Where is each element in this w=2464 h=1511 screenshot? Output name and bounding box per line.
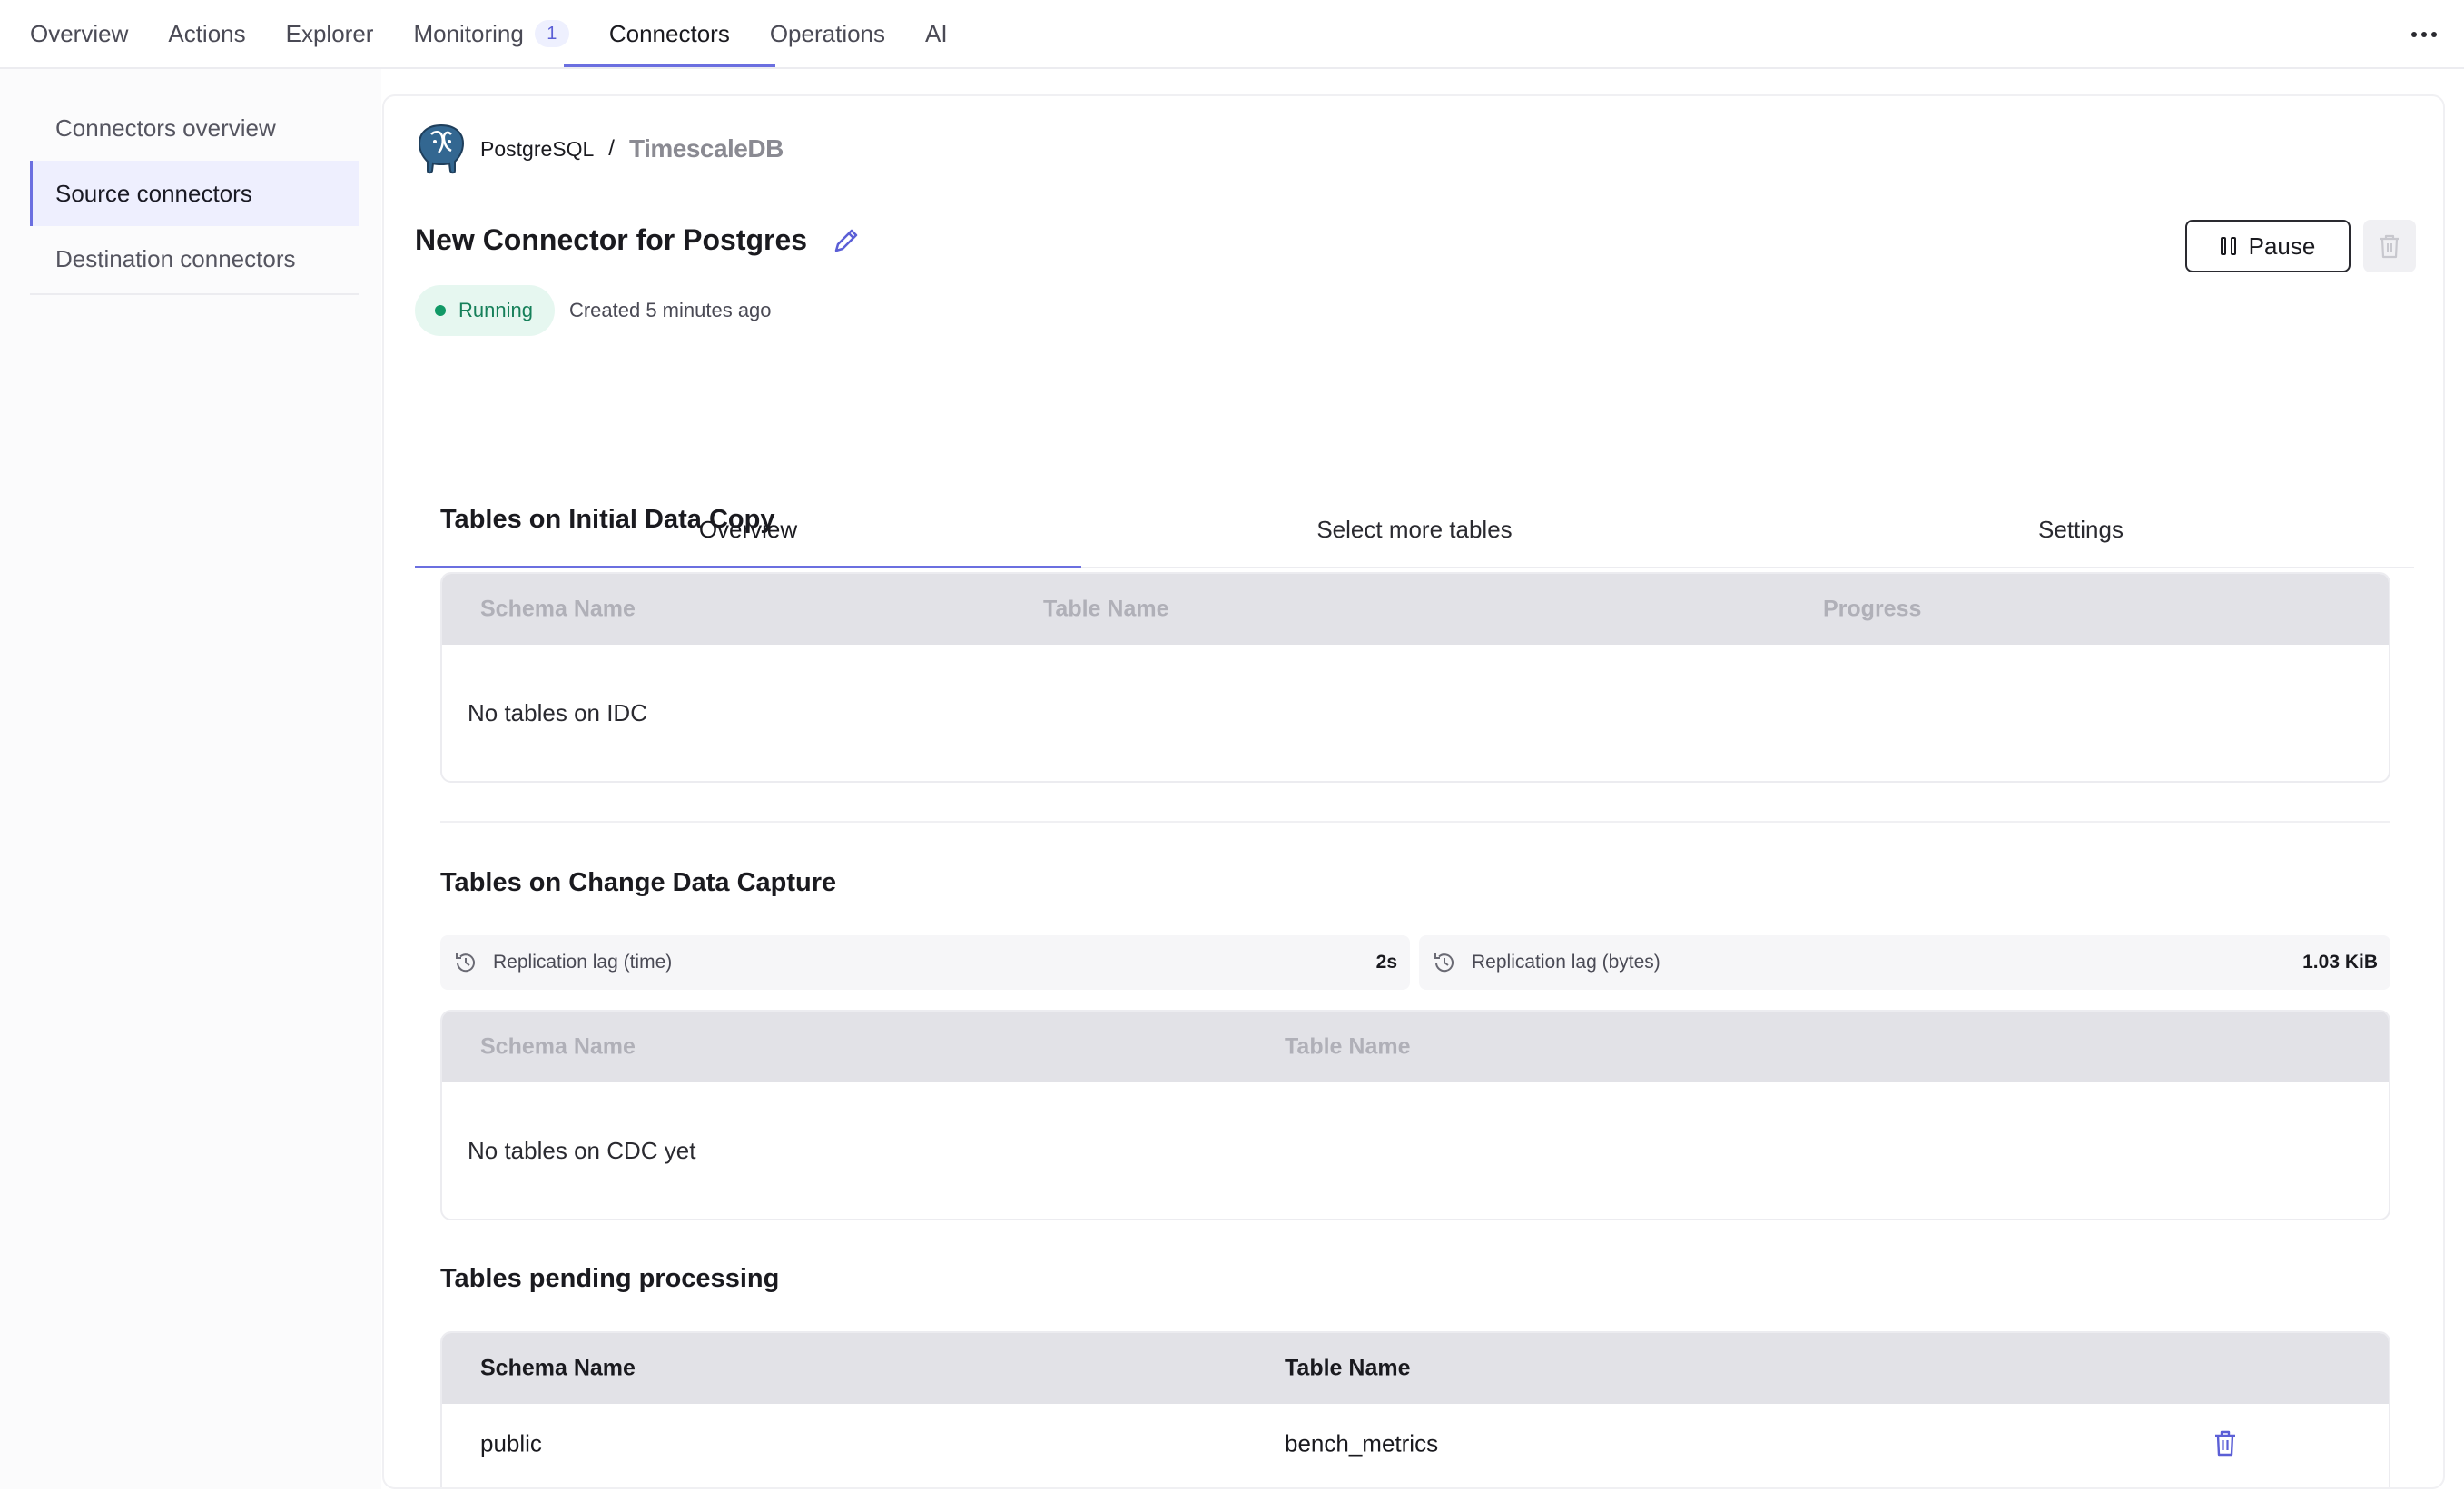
monitoring-count-badge: 1 (534, 20, 569, 47)
replication-lag-bytes: Replication lag (bytes) 1.03 KiB (1419, 935, 2390, 990)
lag-bytes-value: 1.03 KiB (2302, 952, 2378, 973)
top-nav: Overview Actions Explorer Monitoring 1 C… (0, 0, 2464, 69)
row-table-cell: bench_metrics (1285, 1429, 1439, 1457)
cdc-col-table: Table Name (1285, 1033, 1411, 1060)
pause-icon (2220, 237, 2236, 255)
sidebar-item-destination-connectors[interactable]: Destination connectors (30, 226, 359, 291)
connector-detail-panel: PostgreSQL / TimescaleDB New Connector f… (382, 94, 2445, 1489)
nav-connectors[interactable]: Connectors (563, 0, 775, 67)
nav-label: Actions (168, 19, 246, 47)
remove-table-button[interactable] (2213, 1428, 2243, 1459)
app-root: Overview Actions Explorer Monitoring 1 C… (0, 0, 2464, 1511)
lag-time-value: 2s (1375, 952, 1397, 973)
pending-section-title: Tables pending processing (440, 1264, 780, 1293)
table-row: public bench_metrics (442, 1404, 2389, 1484)
section-divider (440, 821, 2390, 823)
pencil-edit-icon[interactable] (831, 225, 862, 256)
status-dot-icon (435, 305, 446, 316)
pause-button-label: Pause (2248, 232, 2316, 260)
cdc-table: Schema Name Table Name No tables on CDC … (440, 1010, 2390, 1220)
nav-label: Explorer (285, 19, 374, 47)
pending-table-header: Schema Name Table Name (442, 1333, 2389, 1404)
nav-monitoring[interactable]: Monitoring 1 (413, 0, 569, 67)
lag-time-label: Replication lag (time) (493, 952, 673, 973)
idc-col-progress: Progress (1823, 596, 1922, 622)
idc-section-title: Tables on Initial Data Copy (440, 505, 775, 534)
page-title: New Connector for Postgres (415, 223, 808, 256)
nav-ai[interactable]: AI (925, 0, 948, 67)
cdc-empty-message: No tables on CDC yet (468, 1136, 696, 1164)
idc-table: Schema Name Table Name Progress No table… (440, 572, 2390, 783)
nav-overview[interactable]: Overview (30, 0, 128, 67)
status-label: Running (458, 299, 533, 321)
status-row: Running Created 5 minutes ago (415, 285, 772, 336)
sidebar-list: Connectors overview Source connectors De… (30, 95, 359, 295)
trash-icon (2380, 234, 2399, 259)
tab-label: Settings (2038, 515, 2124, 543)
created-timestamp: Created 5 minutes ago (568, 299, 772, 321)
nav-label: Operations (769, 19, 886, 47)
pending-col-schema: Schema Name (480, 1355, 636, 1381)
more-options-icon[interactable] (2404, 18, 2444, 51)
cdc-table-header: Schema Name Table Name (442, 1012, 2389, 1082)
breadcrumb-destination[interactable]: TimescaleDB (629, 134, 784, 163)
sidebar: Connectors overview Source connectors De… (0, 69, 381, 1489)
idc-table-header: Schema Name Table Name Progress (442, 574, 2389, 645)
pending-table: Schema Name Table Name public bench_metr… (440, 1331, 2390, 1487)
nav-label: Connectors (608, 19, 730, 47)
cdc-col-schema: Schema Name (480, 1033, 636, 1060)
delete-connector-button[interactable] (2363, 220, 2416, 272)
breadcrumb-separator: / (608, 136, 615, 161)
tab-label: Select more tables (1316, 515, 1513, 543)
row-schema-cell: public (480, 1429, 542, 1457)
replication-lag-time: Replication lag (time) 2s (440, 935, 1410, 990)
idc-col-schema: Schema Name (480, 596, 636, 622)
sidebar-item-label: Connectors overview (55, 114, 276, 142)
history-clock-icon (1434, 953, 1454, 973)
breadcrumb: PostgreSQL / TimescaleDB (415, 122, 784, 176)
nav-label: Overview (30, 19, 129, 47)
sidebar-item-connectors-overview[interactable]: Connectors overview (30, 95, 359, 161)
nav-actions[interactable]: Actions (168, 0, 245, 67)
pause-button[interactable]: Pause (2185, 220, 2351, 272)
postgresql-elephant-icon (418, 123, 465, 174)
tab-settings[interactable]: Settings (1748, 492, 2414, 567)
lag-bytes-label: Replication lag (bytes) (1472, 952, 1661, 973)
tab-select-more-tables[interactable]: Select more tables (1081, 492, 1748, 567)
sidebar-item-label: Source connectors (55, 179, 252, 207)
history-clock-icon (456, 953, 475, 973)
status-badge: Running (415, 285, 555, 336)
sidebar-item-source-connectors[interactable]: Source connectors (30, 161, 359, 226)
pending-col-table: Table Name (1285, 1355, 1411, 1381)
nav-explorer[interactable]: Explorer (286, 0, 374, 67)
idc-col-table: Table Name (1043, 596, 1169, 622)
nav-label: AI (925, 19, 948, 47)
nav-label: Monitoring (413, 19, 524, 47)
idc-empty-message: No tables on IDC (468, 698, 647, 726)
title-row: New Connector for Postgres (415, 223, 862, 257)
breadcrumb-source[interactable]: PostgreSQL (480, 137, 594, 162)
trash-icon (2215, 1430, 2235, 1457)
nav-operations[interactable]: Operations (770, 0, 885, 67)
sidebar-item-label: Destination connectors (55, 244, 296, 272)
cdc-section-title: Tables on Change Data Capture (440, 868, 837, 897)
